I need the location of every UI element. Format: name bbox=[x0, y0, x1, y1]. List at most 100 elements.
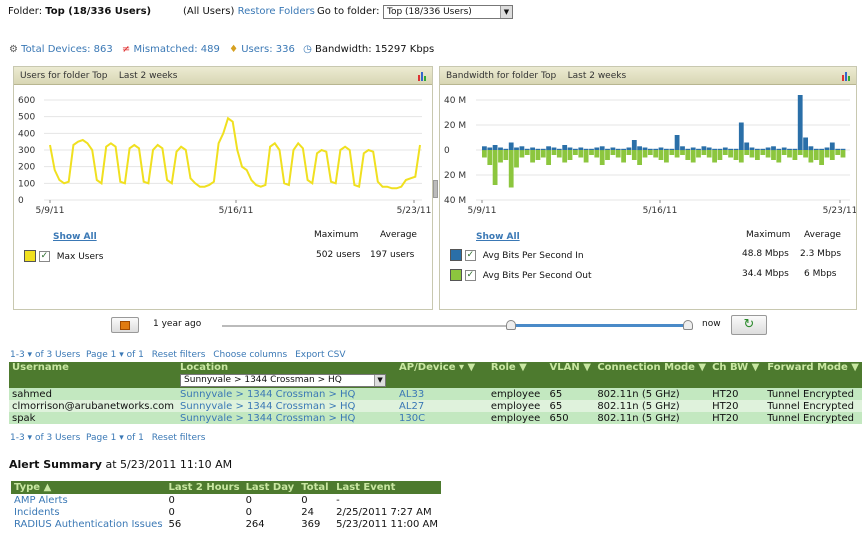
chart-type-icon[interactable] bbox=[842, 71, 852, 81]
cell-ap-device[interactable]: AL27 bbox=[396, 400, 488, 412]
bw-legend-in: ✓ Avg Bits Per Second In bbox=[450, 249, 584, 261]
cell-forward-mode: Tunnel Encrypted bbox=[764, 412, 862, 424]
cell-username[interactable]: clmorrison@arubanetworks.com bbox=[9, 400, 178, 412]
bw-in-checkbox[interactable]: ✓ bbox=[464, 249, 476, 261]
bw-out-bar bbox=[498, 150, 503, 163]
cell-ap-device[interactable]: AL33 bbox=[396, 388, 488, 400]
users-link[interactable]: Users: 336 bbox=[241, 44, 295, 55]
col-last-day[interactable]: Last Day bbox=[242, 481, 299, 494]
reset-filters-link[interactable]: Reset filters bbox=[152, 433, 206, 443]
slider-end-handle[interactable] bbox=[683, 320, 693, 330]
table-row[interactable]: clmorrison@arubanetworks.com Sunnyvale >… bbox=[9, 400, 862, 412]
col-ch-bw[interactable]: Ch BW ▼ bbox=[709, 362, 765, 388]
bw-out-bar bbox=[578, 150, 584, 158]
col-location[interactable]: Location Sunnyvale > 1344 Crossman > HQ … bbox=[177, 362, 397, 388]
bw-out-bar bbox=[492, 150, 498, 185]
cell-username[interactable]: spak bbox=[9, 412, 178, 424]
table-row[interactable]: RADIUS Authentication Issues 56 264 369 … bbox=[11, 518, 441, 530]
bw-out-bar bbox=[599, 150, 605, 165]
refresh-button[interactable]: ↻ bbox=[731, 315, 767, 335]
cell-location[interactable]: Sunnyvale > 1344 Crossman > HQ bbox=[177, 400, 397, 412]
y-tick-label: 500 bbox=[18, 113, 35, 123]
bw-in-bar bbox=[733, 148, 739, 150]
users-series-checkbox[interactable]: ✓ bbox=[38, 250, 50, 262]
bw-in-bar bbox=[717, 148, 723, 150]
chevron-down-icon[interactable]: ▼ bbox=[500, 6, 512, 18]
bw-in-bar bbox=[690, 147, 696, 150]
users-show-all-link[interactable]: Show All bbox=[53, 232, 97, 242]
cell-last-day: 0 bbox=[245, 506, 252, 518]
users-pager-top: 1-3 ▾ of 3 Users Page 1 ▾ of 1 Reset fil… bbox=[10, 350, 346, 360]
export-csv-link[interactable]: Export CSV bbox=[295, 350, 345, 360]
cell-alert-type[interactable]: AMP Alerts bbox=[11, 494, 166, 506]
col-type[interactable]: Type ▲ bbox=[11, 481, 166, 494]
bw-in-bar bbox=[787, 148, 792, 150]
reset-filters-link[interactable]: Reset filters bbox=[152, 350, 206, 360]
calendar-icon bbox=[120, 321, 130, 330]
bw-in-bar bbox=[594, 147, 600, 150]
y-tick-label: 40 M bbox=[444, 96, 466, 106]
col-last-2-hours[interactable]: Last 2 Hours bbox=[165, 481, 243, 494]
bw-in-bar bbox=[642, 147, 648, 150]
choose-columns-link[interactable]: Choose columns bbox=[213, 350, 287, 360]
cell-username[interactable]: sahmed bbox=[9, 388, 178, 400]
col-total[interactable]: Total bbox=[298, 481, 334, 494]
pager-text[interactable]: 1-3 ▾ of 3 Users Page 1 ▾ of 1 bbox=[10, 433, 144, 443]
col-vlan[interactable]: VLAN ▼ bbox=[546, 362, 595, 388]
slider-track[interactable] bbox=[222, 325, 512, 327]
bw-out-checkbox[interactable]: ✓ bbox=[464, 269, 476, 281]
bw-in-bar bbox=[530, 147, 535, 150]
users-series-max: 502 users bbox=[316, 250, 361, 260]
table-row[interactable]: AMP Alerts 0 0 0 - bbox=[11, 494, 441, 506]
bw-out-bar bbox=[610, 150, 616, 155]
location-filter-select[interactable]: Sunnyvale > 1344 Crossman > HQ ▼ bbox=[180, 374, 387, 387]
bw-out-bar bbox=[642, 150, 648, 158]
pager-text[interactable]: 1-3 ▾ of 3 Users Page 1 ▾ of 1 bbox=[10, 350, 144, 360]
folder-label: Folder: bbox=[8, 6, 43, 17]
users-col-max: Maximum bbox=[314, 230, 359, 240]
goto-folder-select[interactable]: Top (18/336 Users) ▼ bbox=[383, 5, 513, 19]
table-row[interactable]: spak Sunnyvale > 1344 Crossman > HQ 130C… bbox=[9, 412, 862, 424]
bw-out-bar bbox=[722, 150, 728, 155]
y-tick-label: 300 bbox=[18, 146, 35, 156]
col-connection-mode[interactable]: Connection Mode ▼ bbox=[594, 362, 710, 388]
bw-in-bar bbox=[578, 147, 584, 150]
cell-last-event: - bbox=[336, 494, 340, 506]
bw-show-all-link[interactable]: Show All bbox=[476, 232, 520, 242]
panel-resize-handle[interactable] bbox=[433, 180, 438, 198]
slider-start-handle[interactable] bbox=[506, 320, 516, 330]
bandwidth-bar-chart: 40 M20 M020 M40 M5/9/11 5/16/11 5/23/11 bbox=[444, 95, 856, 216]
cell-connection-mode: 802.11n (5 GHz) bbox=[594, 388, 710, 400]
cell-last-event: 5/23/2011 11:00 AM bbox=[336, 518, 438, 530]
calendar-button[interactable] bbox=[111, 317, 139, 333]
cell-total: 369 bbox=[301, 518, 321, 530]
cell-ap-device[interactable]: 130C bbox=[396, 412, 488, 424]
bw-in-bar bbox=[685, 148, 691, 150]
bw-in-bar bbox=[680, 146, 685, 151]
bw-in-bar bbox=[546, 146, 551, 151]
bw-in-bar bbox=[492, 145, 498, 150]
y-tick-label: 600 bbox=[18, 96, 35, 106]
mismatched-link[interactable]: Mismatched: 489 bbox=[134, 44, 220, 55]
restore-folders-link[interactable]: Restore Folders bbox=[238, 6, 315, 17]
table-row[interactable]: Incidents 0 0 24 2/25/2011 7:27 AM bbox=[11, 506, 441, 518]
col-username[interactable]: Username bbox=[9, 362, 178, 388]
bw-col-max: Maximum bbox=[746, 230, 791, 240]
bw-in-bar bbox=[514, 147, 519, 150]
table-row[interactable]: sahmed Sunnyvale > 1344 Crossman > HQ AL… bbox=[9, 388, 862, 400]
total-devices-link[interactable]: Total Devices: 863 bbox=[21, 44, 113, 55]
bw-out-bar bbox=[733, 150, 739, 160]
col-role[interactable]: Role ▼ bbox=[487, 362, 547, 388]
col-forward-mode[interactable]: Forward Mode ▼ bbox=[764, 362, 862, 388]
chart-type-icon[interactable] bbox=[418, 71, 428, 81]
cell-alert-type[interactable]: Incidents bbox=[11, 506, 166, 518]
y-tick-label: 200 bbox=[18, 163, 35, 173]
bw-out-max: 34.4 Mbps bbox=[742, 269, 789, 279]
col-ap-device[interactable]: AP/Device ▾ ▼ bbox=[396, 362, 488, 388]
cell-alert-type[interactable]: RADIUS Authentication Issues bbox=[11, 518, 166, 530]
cell-location[interactable]: Sunnyvale > 1344 Crossman > HQ bbox=[177, 412, 397, 424]
chevron-down-icon[interactable]: ▼ bbox=[374, 375, 386, 386]
users-chart-title: Users for folder Top Last 2 weeks bbox=[20, 71, 178, 81]
col-last-event[interactable]: Last Event bbox=[333, 481, 441, 494]
cell-location[interactable]: Sunnyvale > 1344 Crossman > HQ bbox=[177, 388, 397, 400]
